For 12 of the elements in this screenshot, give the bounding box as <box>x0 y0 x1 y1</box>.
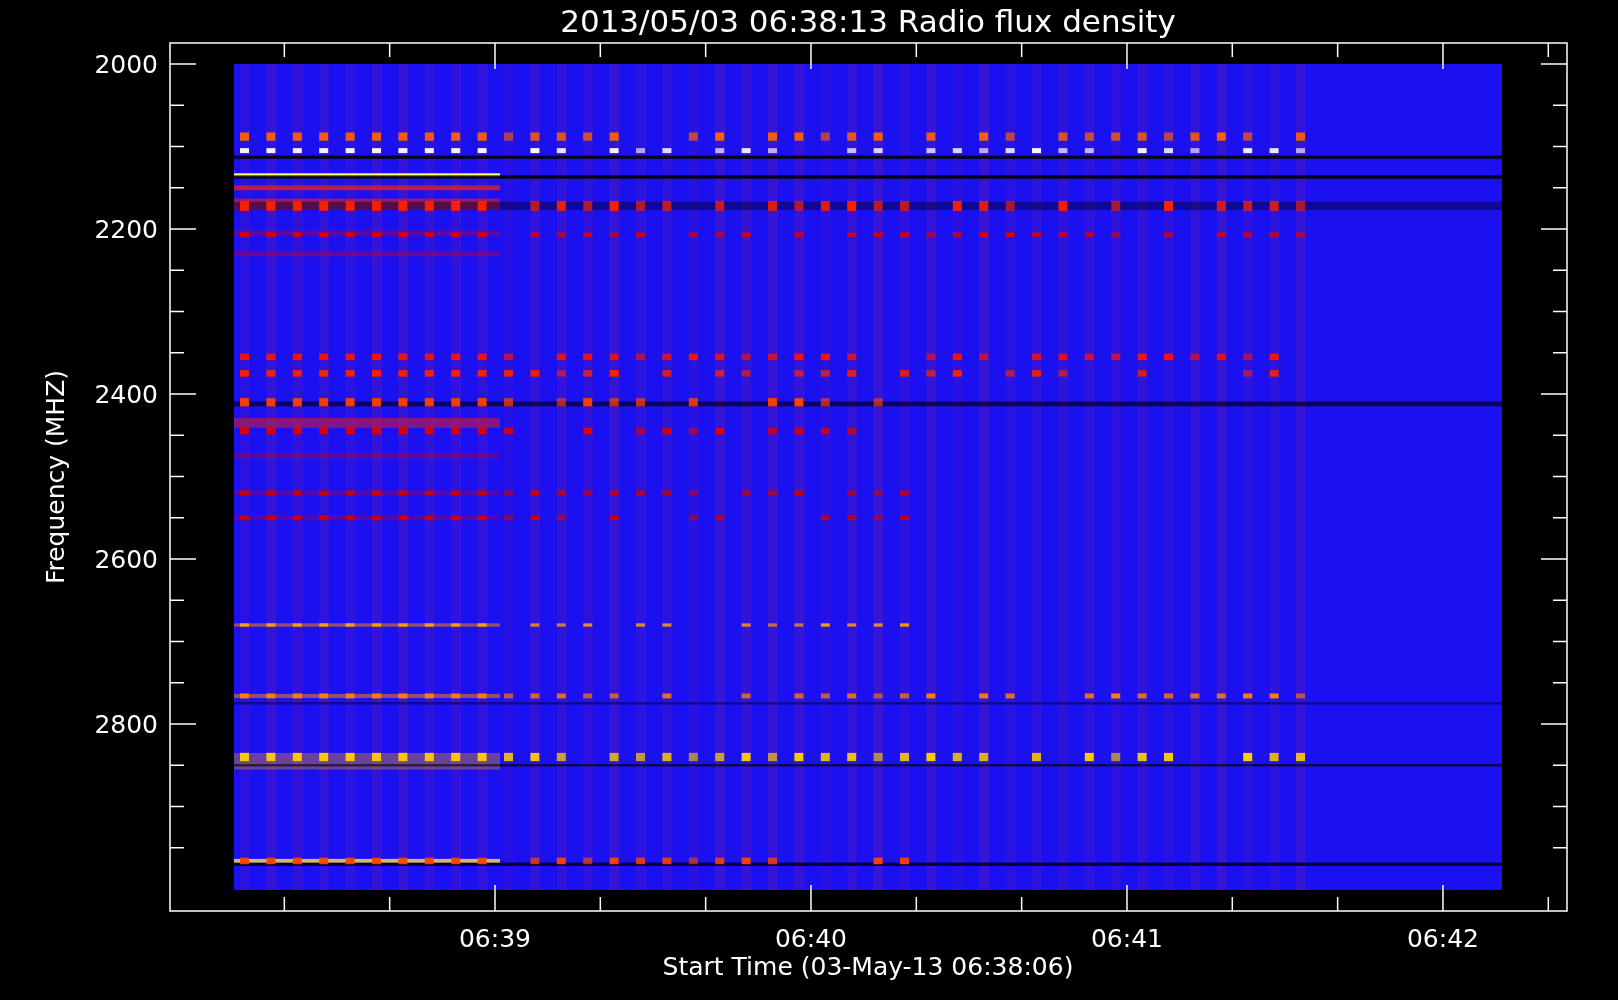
x-tick-label: 06:40 <box>774 924 847 953</box>
y-axis-label: Frequency (MHZ) <box>41 369 70 585</box>
x-axis-label: Start Time (03-May-13 06:38:06) <box>662 952 1074 981</box>
y-tick-label: 2400 <box>94 380 158 409</box>
y-tick-label: 2000 <box>94 50 158 79</box>
x-tick-label: 06:41 <box>1090 924 1163 953</box>
x-tick-label: 06:39 <box>459 924 531 953</box>
y-tick-label: 2800 <box>94 710 158 739</box>
chart-title: 2013/05/03 06:38:13 Radio flux density <box>560 3 1176 39</box>
x-tick-label: 06:42 <box>1406 924 1479 953</box>
y-tick-label: 2600 <box>94 545 158 574</box>
y-tick-label: 2200 <box>94 215 158 244</box>
